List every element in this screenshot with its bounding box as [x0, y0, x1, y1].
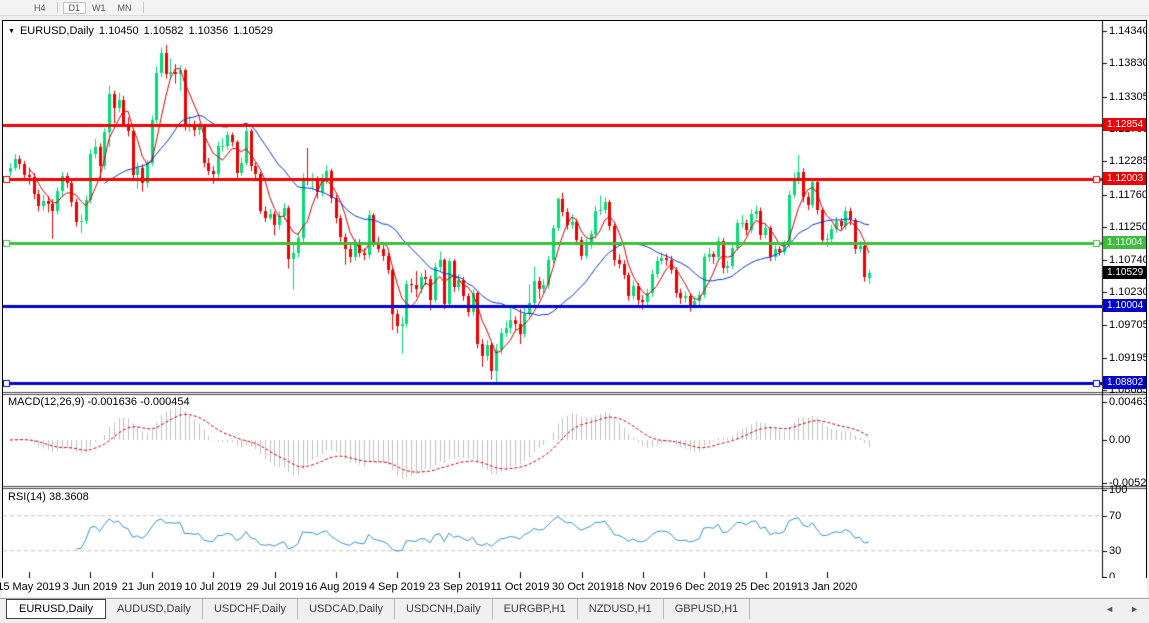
- scroll-tabs-right-icon[interactable]: ►: [1130, 604, 1139, 614]
- chart-title-open: 1.10450: [99, 25, 139, 37]
- date-axis-label: 10 Jul 2019: [185, 581, 242, 593]
- toolbar-separator: [143, 2, 144, 13]
- date-axis[interactable]: 15 May 20193 Jun 2019 21 Jun 201910 Jul 2…: [2, 578, 1147, 597]
- tab-scroll-arrows: ◄ ►: [1105, 599, 1139, 619]
- date-axis-label: 18 Nov 2019: [612, 581, 674, 593]
- date-axis-label: 11 Oct 2019: [490, 581, 549, 593]
- chart-title-high: 1.10582: [144, 25, 184, 37]
- tab-usdchf-daily[interactable]: USDCHF,Daily: [203, 599, 298, 619]
- rsi-label: RSI(14) 38.3608: [8, 491, 89, 503]
- period-button-h4[interactable]: H4: [28, 2, 52, 14]
- chart-title-symbol: EURUSD,Daily: [20, 25, 94, 37]
- date-axis-label: 13 Jan 2020: [797, 581, 858, 593]
- toolbar-separator: [57, 2, 58, 13]
- period-button-mn[interactable]: MN: [112, 2, 138, 14]
- tab-eurgbp-h1[interactable]: EURGBP,H1: [493, 599, 578, 619]
- collapse-chart-icon[interactable]: ▼: [8, 28, 15, 35]
- chart-tab-bar: EURUSD,Daily AUDUSD,Daily USDCHF,Daily U…: [0, 598, 1149, 619]
- period-button-w1[interactable]: W1: [86, 2, 112, 14]
- period-toolbar: H4 D1 W1 MN: [0, 0, 1149, 16]
- scroll-tabs-left-icon[interactable]: ◄: [1105, 604, 1114, 614]
- date-axis-label: 30 Oct 2019: [552, 581, 612, 593]
- chart-window: ▼ EURUSD,Daily 1.10450 1.10582 1.10356 1…: [2, 20, 1147, 579]
- macd-label: MACD(12,26,9) -0.001636 -0.000454: [8, 396, 190, 408]
- date-axis-label: 25 Dec 2019: [735, 581, 797, 593]
- date-axis-label: 23 Sep 2019: [428, 581, 490, 593]
- tab-audusd-daily[interactable]: AUDUSD,Daily: [106, 599, 203, 619]
- tab-nzdusd-h1[interactable]: NZDUSD,H1: [578, 599, 664, 619]
- price-axis[interactable]: [1103, 21, 1146, 578]
- date-axis-label: 16 Aug 2019: [305, 581, 367, 593]
- chart-title-close: 1.10529: [233, 25, 273, 37]
- date-axis-label: 29 Jul 2019: [247, 581, 304, 593]
- tab-usdcnh-daily[interactable]: USDCNH,Daily: [395, 599, 493, 619]
- tab-eurusd-daily[interactable]: EURUSD,Daily: [6, 599, 106, 619]
- tab-usdcad-daily[interactable]: USDCAD,Daily: [298, 599, 395, 619]
- date-axis-label: 6 Dec 2019: [676, 581, 732, 593]
- date-axis-label: 3 Jun 2019: [63, 581, 117, 593]
- date-axis-label: 21 Jun 2019: [122, 581, 183, 593]
- period-button-d1[interactable]: D1: [63, 2, 87, 14]
- date-axis-label: 15 May 2019: [0, 581, 61, 593]
- chart-title: ▼ EURUSD,Daily 1.10450 1.10582 1.10356 1…: [8, 25, 278, 37]
- chart-title-low: 1.10356: [188, 25, 228, 37]
- date-axis-label: 4 Sep 2019: [369, 581, 425, 593]
- tab-gbpusd-h1[interactable]: GBPUSD,H1: [664, 599, 751, 619]
- chart-canvas[interactable]: [3, 21, 1146, 578]
